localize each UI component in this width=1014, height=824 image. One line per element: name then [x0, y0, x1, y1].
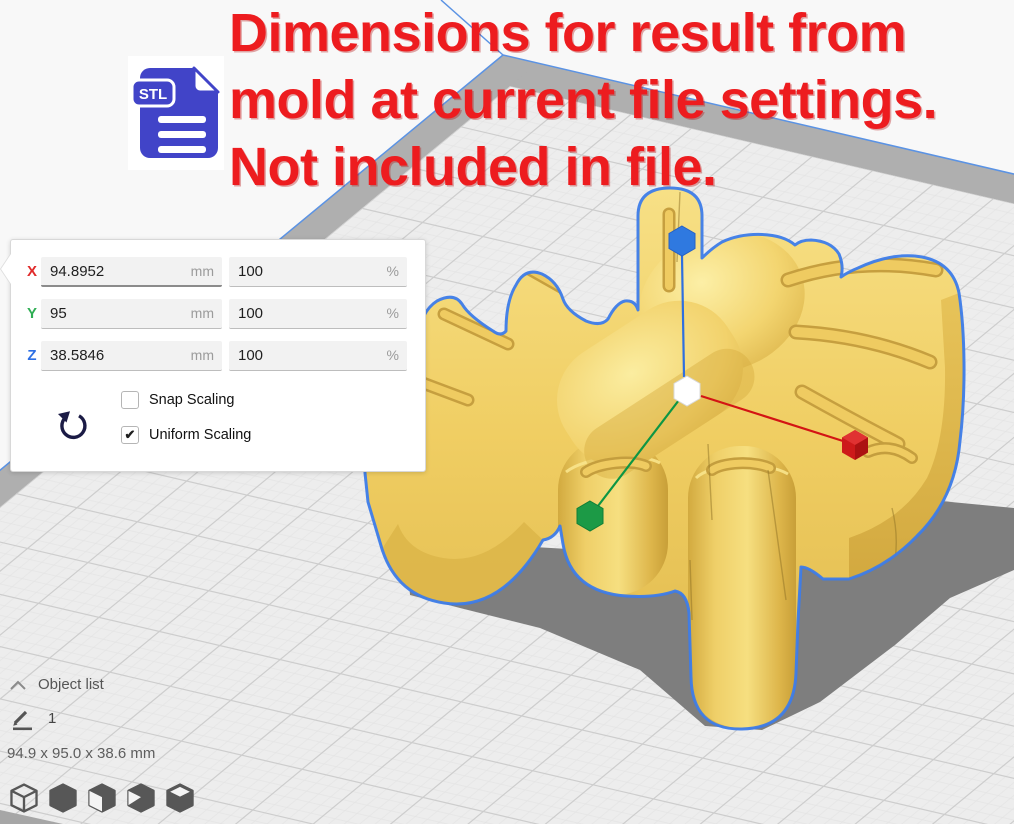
camera-view-toolbar	[6, 779, 198, 817]
cube-front-face-icon	[85, 780, 119, 816]
chevron-up-icon	[8, 679, 28, 693]
stl-file-icon: STL	[128, 56, 224, 170]
scale-row-z: Z 38.5846 mm 100 %	[11, 341, 425, 371]
cube-wireframe-icon	[7, 780, 41, 816]
y-axis-label: Y	[23, 299, 41, 329]
x-size-input[interactable]: 94.8952 mm	[41, 257, 222, 287]
object-count-row: 1	[10, 708, 130, 732]
cura-viewport-screenshot: Dimensions for result from mold at curre…	[0, 0, 1014, 824]
object-count: 1	[48, 710, 56, 727]
x-percent-unit: %	[387, 257, 399, 286]
y-size-input[interactable]: 95 mm	[41, 299, 222, 329]
document-lines	[158, 116, 206, 153]
reset-arrow-icon	[53, 406, 91, 444]
pencil-icon	[10, 708, 34, 732]
scale-tool-panel: X 94.8952 mm 100 % Y 95 mm 100 % Z	[10, 239, 426, 472]
view-button-3d[interactable]	[6, 779, 42, 817]
uniform-scaling-label: Uniform Scaling	[149, 427, 251, 443]
scale-row-y: Y 95 mm 100 %	[11, 299, 425, 329]
x-size-unit: mm	[191, 257, 214, 286]
stl-badge-label: STL	[139, 86, 167, 103]
y-percent-input[interactable]: 100 %	[229, 299, 407, 329]
z-size-input[interactable]: 38.5846 mm	[41, 341, 222, 371]
x-axis-label: X	[23, 257, 41, 287]
cube-solid-icon	[46, 780, 80, 816]
view-button-front[interactable]	[84, 779, 120, 817]
z-percent-unit: %	[387, 341, 399, 370]
z-size-unit: mm	[191, 341, 214, 370]
x-percent-input[interactable]: 100 %	[229, 257, 407, 287]
reset-scale-button[interactable]	[53, 406, 91, 444]
view-button-solid[interactable]	[45, 779, 81, 817]
scale-row-x: X 94.8952 mm 100 %	[11, 257, 425, 287]
z-axis-label: Z	[23, 341, 41, 371]
y-percent-unit: %	[387, 299, 399, 328]
uniform-scaling-checkbox[interactable]: ✔	[121, 426, 139, 444]
panel-notch	[1, 254, 11, 284]
model-dimensions-label: 94.9 x 95.0 x 38.6 mm	[7, 745, 155, 762]
object-list-title: Object list	[38, 676, 104, 693]
snap-scaling-label: Snap Scaling	[149, 392, 234, 408]
y-size-unit: mm	[191, 299, 214, 328]
snap-scaling-checkbox[interactable]	[121, 391, 139, 409]
cube-corner-face-icon	[124, 780, 158, 816]
view-button-left[interactable]	[123, 779, 159, 817]
cube-top-face-icon	[163, 780, 197, 816]
view-button-top[interactable]	[162, 779, 198, 817]
build-volume-edge	[441, 0, 503, 55]
object-list-toggle[interactable]: Object list	[8, 676, 148, 696]
z-percent-input[interactable]: 100 %	[229, 341, 407, 371]
